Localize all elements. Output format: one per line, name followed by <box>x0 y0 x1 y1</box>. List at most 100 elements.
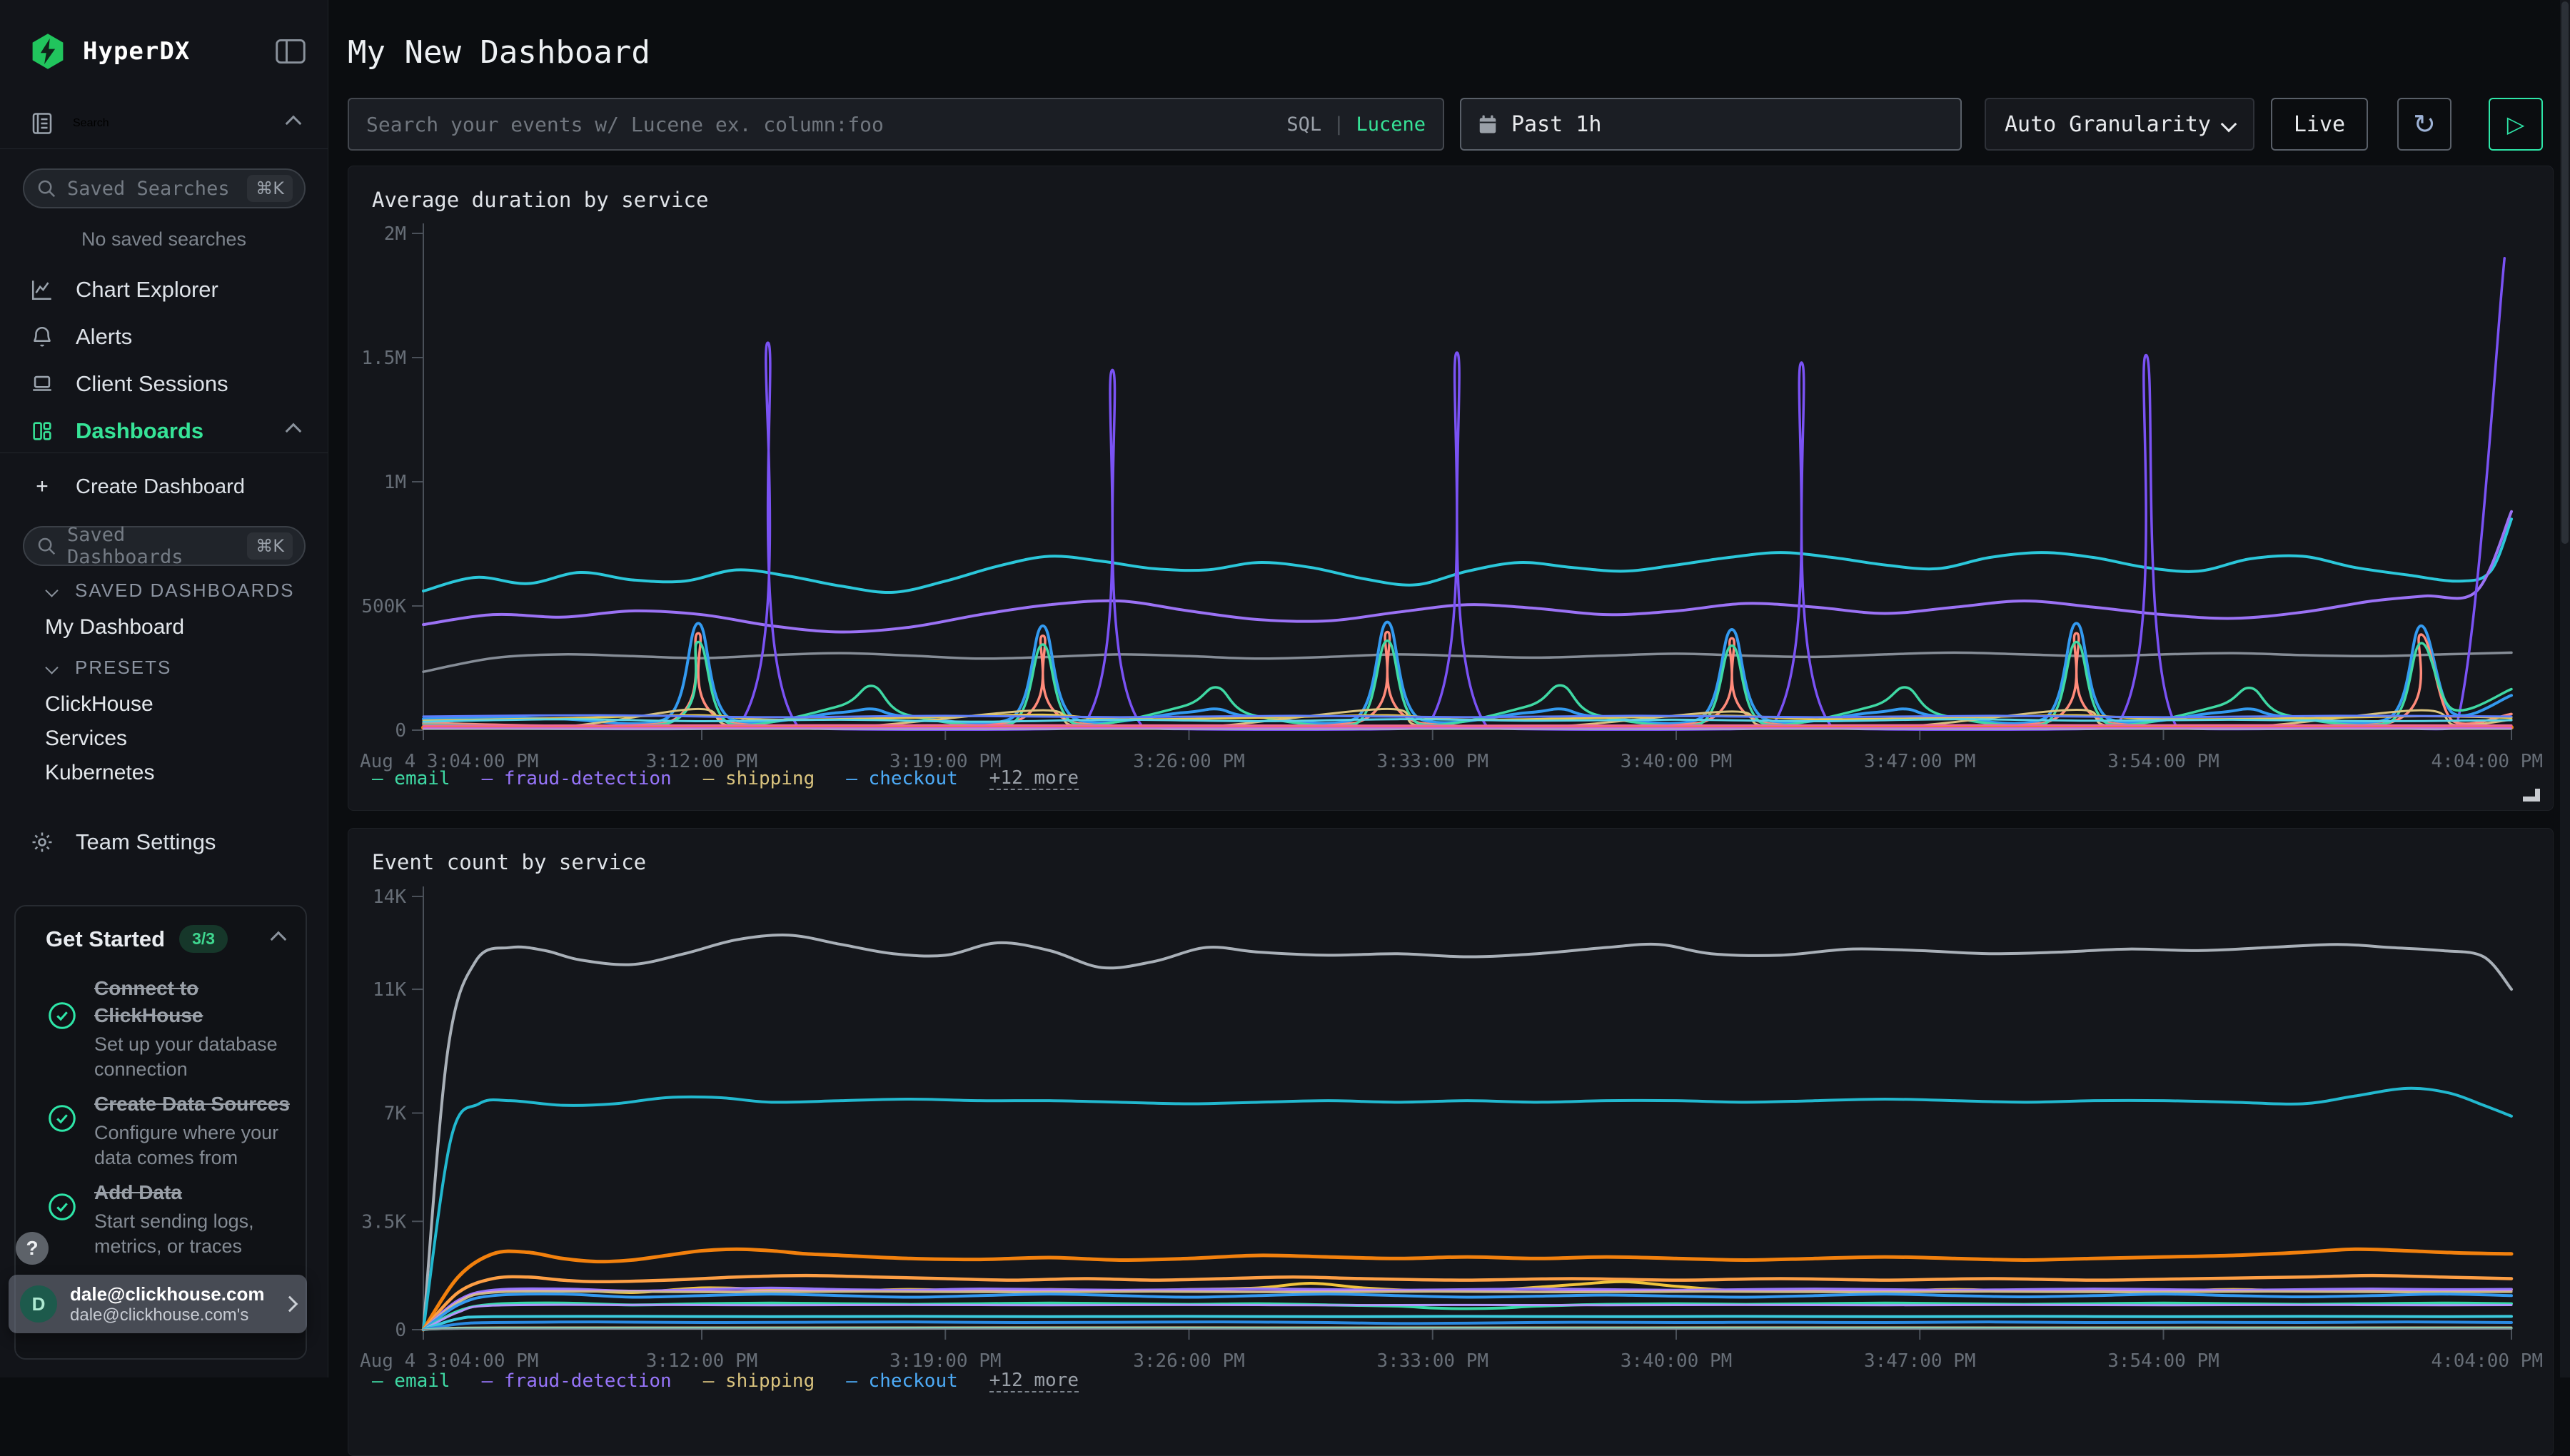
get-started-item[interactable]: Add Data Start sending logs, metrics, or… <box>46 1179 288 1259</box>
mode-sql-button[interactable]: SQL <box>1286 113 1321 136</box>
svg-text:3:26:00 PM: 3:26:00 PM <box>1133 751 1245 772</box>
refresh-button[interactable]: ↻ <box>2397 98 2451 151</box>
group-saved-dashboards[interactable]: SAVED DASHBOARDS <box>47 580 294 602</box>
user-menu[interactable]: D dale@clickhouse.com dale@clickhouse.co… <box>9 1275 307 1333</box>
sidebar-item-client-sessions[interactable]: Client Sessions <box>0 364 328 404</box>
legend-more-link[interactable]: +12 more <box>989 767 1079 790</box>
preset-link-clickhouse[interactable]: ClickHouse <box>45 692 153 717</box>
vertical-scrollbar[interactable] <box>2560 0 2570 1377</box>
svg-text:1.5M: 1.5M <box>361 348 406 369</box>
legend-item: — checkout <box>846 1370 958 1392</box>
no-saved-searches-text: No saved searches <box>0 228 328 251</box>
avatar: D <box>20 1285 57 1323</box>
group-title: SAVED DASHBOARDS <box>75 580 294 602</box>
svg-text:500K: 500K <box>361 596 406 617</box>
main-content: My New Dashboard Search your events w/ L… <box>329 0 2570 1377</box>
shortcut-badge: ⌘K <box>247 532 293 560</box>
svg-text:7K: 7K <box>384 1103 407 1125</box>
check-circle-icon <box>46 999 79 1032</box>
user-email: dale@clickhouse.com <box>70 1283 284 1305</box>
sidebar-item-label: Client Sessions <box>76 371 228 397</box>
get-started-item-title: Add Data <box>94 1179 323 1206</box>
time-range-value: Past 1h <box>1511 112 1601 137</box>
create-dashboard-label: Create Dashboard <box>76 475 245 499</box>
line-chart-event-count[interactable]: 03.5K7K11K14KAug 4 3:04:00 PM3:12:00 PM3… <box>348 829 2553 1455</box>
hyperdx-logo-icon <box>29 32 67 71</box>
svg-text:3.5K: 3.5K <box>361 1211 406 1233</box>
chevron-down-icon <box>2221 116 2237 133</box>
preset-link-services[interactable]: Services <box>45 727 127 751</box>
sidebar-item-dashboards[interactable]: Dashboards <box>0 411 328 451</box>
laptop-icon <box>29 372 56 396</box>
get-started-item[interactable]: Create Data Sources Configure where your… <box>46 1091 288 1171</box>
group-title: PRESETS <box>75 657 171 679</box>
time-range-picker[interactable]: Past 1h <box>1460 98 1962 151</box>
saved-dashboards-placeholder: Saved Dashboards <box>67 524 247 568</box>
sidebar-item-chart-explorer[interactable]: Chart Explorer <box>0 270 328 310</box>
chevron-down-icon <box>45 584 58 597</box>
dashboard-link-my-dashboard[interactable]: My Dashboard <box>45 615 184 639</box>
legend-item: — shipping <box>703 1370 815 1392</box>
event-search-placeholder: Search your events w/ Lucene ex. column:… <box>366 113 1286 136</box>
group-presets[interactable]: PRESETS <box>47 657 171 679</box>
search-section-icon <box>29 111 56 136</box>
refresh-icon: ↻ <box>2413 108 2436 141</box>
run-query-button[interactable]: ▷ <box>2489 98 2543 151</box>
chart-legend: — email— fraud-detection— shipping— chec… <box>372 767 1079 790</box>
svg-text:4:04:00 PM: 4:04:00 PM <box>2431 1350 2543 1372</box>
get-started-progress-badge: 3/3 <box>179 925 228 953</box>
chevron-up-icon <box>286 423 302 440</box>
create-dashboard-button[interactable]: + Create Dashboard <box>0 468 328 505</box>
preset-link-kubernetes[interactable]: Kubernetes <box>45 761 154 785</box>
saved-searches-input[interactable]: Saved Searches ⌘K <box>23 168 306 208</box>
check-circle-icon <box>46 1102 79 1135</box>
line-chart-average-duration[interactable]: 0500K1M1.5M2MAug 4 3:04:00 PM3:12:00 PM3… <box>348 166 2553 810</box>
gear-icon <box>29 830 56 854</box>
svg-text:11K: 11K <box>373 979 406 1001</box>
live-button[interactable]: Live <box>2271 98 2368 151</box>
sidebar-item-alerts[interactable]: Alerts <box>0 317 328 357</box>
get-started-item-desc: Set up your database connection <box>94 1032 316 1082</box>
get-started-item-title: Create Data Sources <box>94 1091 323 1118</box>
chevron-up-icon <box>286 116 302 132</box>
chevron-up-icon[interactable] <box>271 931 287 947</box>
saved-dashboards-input[interactable]: Saved Dashboards ⌘K <box>23 526 306 566</box>
plus-icon: + <box>29 475 56 499</box>
legend-item: — checkout <box>846 768 958 789</box>
svg-text:3:47:00 PM: 3:47:00 PM <box>1864 751 1976 772</box>
svg-text:1M: 1M <box>384 472 406 493</box>
svg-text:3:33:00 PM: 3:33:00 PM <box>1376 1350 1488 1372</box>
panel-event-count: Event count by service 03.5K7K11K14KAug … <box>348 828 2554 1456</box>
page-title: My New Dashboard <box>348 34 650 71</box>
legend-item: — fraud-detection <box>482 768 672 789</box>
svg-text:Aug 4 3:04:00 PM: Aug 4 3:04:00 PM <box>360 1350 538 1372</box>
help-button[interactable]: ? <box>16 1232 49 1265</box>
svg-text:3:19:00 PM: 3:19:00 PM <box>890 1350 1002 1372</box>
svg-text:3:40:00 PM: 3:40:00 PM <box>1621 1350 1733 1372</box>
scrollbar-thumb[interactable] <box>2561 1 2569 544</box>
sidebar-section-search[interactable]: Search <box>0 106 328 141</box>
play-icon: ▷ <box>2507 111 2525 138</box>
panel-average-duration: Average duration by service 0500K1M1.5M2… <box>348 166 2554 811</box>
user-team: dale@clickhouse.com's <box>70 1305 284 1325</box>
chevron-right-icon <box>282 1296 298 1313</box>
sidebar-item-team-settings[interactable]: Team Settings <box>0 822 328 862</box>
granularity-select[interactable]: Auto Granularity <box>1985 98 2254 151</box>
get-started-item[interactable]: Connect to ClickHouse Set up your databa… <box>46 975 288 1082</box>
bell-icon <box>29 325 56 349</box>
chart-legend: — email— fraud-detection— shipping— chec… <box>372 1370 1079 1392</box>
svg-text:0: 0 <box>395 1320 406 1341</box>
sidebar-item-label: Chart Explorer <box>76 277 218 303</box>
get-started-item-desc: Configure where your data comes from <box>94 1121 308 1171</box>
chart-explorer-icon <box>29 278 56 302</box>
svg-text:3:54:00 PM: 3:54:00 PM <box>2107 751 2219 772</box>
shortcut-badge: ⌘K <box>247 175 293 202</box>
resize-handle[interactable] <box>2523 789 2540 802</box>
get-started-item-title: Connect to ClickHouse <box>94 975 308 1029</box>
mode-lucene-button[interactable]: Lucene <box>1356 113 1426 136</box>
sidebar: HyperDX Search Saved Searches ⌘K No save… <box>0 0 328 1377</box>
legend-more-link[interactable]: +12 more <box>989 1370 1079 1392</box>
event-search-input[interactable]: Search your events w/ Lucene ex. column:… <box>348 98 1444 151</box>
legend-item: — email <box>372 1370 450 1392</box>
collapse-sidebar-icon[interactable] <box>275 38 306 65</box>
